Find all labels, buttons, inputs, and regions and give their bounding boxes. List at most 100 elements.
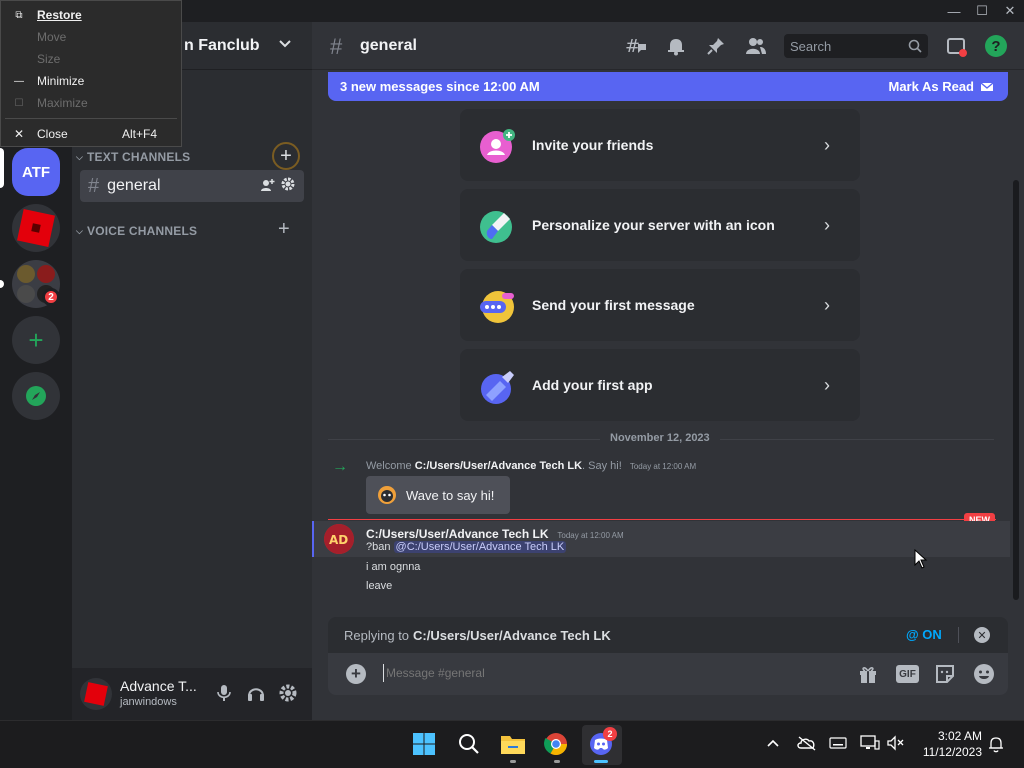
category-text-channels[interactable]: ⌵ TEXT CHANNELS	[76, 150, 190, 164]
message-avatar[interactable]: AD	[324, 524, 354, 554]
server-name: n Fanclub	[184, 36, 260, 54]
category-voice-channels[interactable]: ⌵ VOICE CHANNELS	[76, 224, 197, 238]
notification-bell-icon[interactable]	[988, 735, 1004, 756]
menu-item-label: Close	[37, 127, 68, 141]
minimize-icon: —	[14, 75, 24, 87]
plus-icon: +	[278, 218, 290, 240]
mark-read-icon	[980, 81, 994, 91]
volume-muted-icon[interactable]	[886, 735, 906, 754]
plus-icon: +	[28, 324, 44, 355]
display-icon[interactable]	[860, 735, 880, 754]
gift-icon[interactable]	[858, 664, 878, 687]
onedrive-icon[interactable]	[797, 735, 817, 754]
bell-icon[interactable]	[666, 36, 686, 59]
explore-servers-button[interactable]	[12, 372, 60, 420]
chevron-right-icon: ›	[824, 134, 830, 155]
windows-logo-icon	[413, 733, 435, 755]
chevron-down-icon: ⌵	[76, 151, 84, 162]
welcome-card-first-message[interactable]: Send your first message ›	[460, 269, 860, 341]
menu-item-minimize[interactable]: — Minimize	[1, 70, 181, 92]
menu-item-move: Move	[1, 26, 181, 48]
chevron-down-icon[interactable]	[278, 36, 292, 53]
hashtag-icon: #	[88, 174, 100, 197]
message-line-1: ?ban @C:/Users/User/Advance Tech LK	[366, 541, 567, 553]
category-label: VOICE CHANNELS	[87, 224, 198, 238]
taskbar-search-icon[interactable]	[457, 732, 481, 759]
gif-button[interactable]: GIF	[896, 665, 919, 683]
menu-item-restore[interactable]: ⧉ Restore	[1, 4, 181, 26]
card-label: Personalize your server with an icon	[532, 217, 775, 233]
reply-prefix: Replying to	[344, 627, 410, 643]
mark-as-read-button[interactable]: Mark As Read	[889, 79, 995, 94]
cancel-reply-button[interactable]: ✕	[974, 627, 990, 643]
wave-button[interactable]: Wave to say hi!	[366, 476, 510, 514]
server-icon-roblox[interactable]	[12, 204, 60, 252]
chat-bubble-icon	[478, 287, 514, 323]
maximize-icon: ☐	[14, 97, 24, 109]
category-label: TEXT CHANNELS	[87, 150, 191, 164]
window-minimize-button[interactable]: —	[940, 0, 968, 22]
server-icon-atf[interactable]: ATF	[12, 148, 60, 196]
keyboard-icon[interactable]	[829, 736, 847, 753]
system-message-suffix: . Say hi!	[582, 460, 622, 472]
server-unread-badge: 2	[42, 288, 60, 306]
members-icon[interactable]	[745, 36, 767, 59]
chevron-up-icon[interactable]	[766, 736, 780, 753]
welcome-card-personalize[interactable]: Personalize your server with an icon ›	[460, 189, 860, 261]
message-author[interactable]: C:/Users/User/Advance Tech LK	[366, 527, 549, 541]
message-input[interactable]	[386, 663, 836, 683]
chevron-down-icon: ⌵	[76, 225, 84, 236]
welcome-card-add-app[interactable]: Add your first app ›	[460, 349, 860, 421]
chrome-icon[interactable]	[544, 732, 568, 759]
avatar[interactable]	[80, 678, 112, 710]
chat-scrollbar[interactable]	[1013, 180, 1019, 600]
clock-date[interactable]: 11/12/2023	[912, 745, 982, 759]
help-icon[interactable]: ?	[985, 35, 1007, 57]
create-channel-button[interactable]: +	[272, 142, 300, 170]
mark-as-read-label: Mark As Read	[888, 79, 975, 94]
threads-icon[interactable]: #	[625, 36, 647, 59]
system-message-user[interactable]: C:/Users/User/Advance Tech LK	[415, 460, 582, 472]
discord-badge: 2	[603, 727, 617, 741]
user-mention[interactable]: @C:/Users/User/Advance Tech LK	[393, 541, 567, 553]
headphones-icon[interactable]	[247, 684, 265, 705]
card-label: Invite your friends	[532, 137, 654, 153]
server-folder[interactable]: 2	[12, 260, 60, 308]
attach-button[interactable]: +	[346, 664, 366, 684]
chevron-right-icon: ›	[824, 294, 830, 315]
card-label: Add your first app	[532, 377, 653, 393]
file-explorer-icon[interactable]	[500, 732, 526, 759]
pin-icon[interactable]	[706, 36, 726, 59]
clock-time[interactable]: 3:02 AM	[920, 729, 982, 743]
message-time: Today at 12:00 AM	[557, 531, 624, 540]
start-button[interactable]	[412, 732, 436, 759]
sticker-icon[interactable]	[935, 664, 955, 687]
menu-item-label: Restore	[37, 8, 82, 22]
invite-friends-icon	[478, 127, 515, 163]
add-server-button[interactable]: +	[12, 316, 60, 364]
gear-icon[interactable]	[281, 177, 295, 194]
invite-icon[interactable]	[260, 177, 276, 196]
mention-toggle[interactable]: @ ON	[906, 627, 942, 642]
new-messages-text: 3 new messages since 12:00 AM	[340, 79, 540, 94]
create-voice-channel-button[interactable]: +	[278, 218, 290, 241]
system-message-prefix: Welcome	[366, 460, 412, 472]
search-input[interactable]: Search	[784, 34, 928, 58]
system-menu: ⧉ Restore Move Size — Minimize ☐ Maximiz…	[0, 0, 182, 147]
inbox-icon[interactable]	[946, 36, 968, 61]
search-placeholder: Search	[790, 38, 832, 54]
plus-icon: +	[280, 144, 292, 167]
window-maximize-button[interactable]: ☐	[968, 0, 996, 22]
welcome-card-invite[interactable]: Invite your friends ›	[460, 109, 860, 181]
menu-separator	[5, 118, 177, 119]
running-indicator	[510, 760, 516, 763]
emoji-icon[interactable]	[973, 663, 995, 688]
microphone-icon[interactable]	[216, 684, 232, 705]
close-icon: ✕	[977, 629, 987, 642]
window-close-button[interactable]: ✕	[996, 0, 1024, 22]
system-message: Welcome C:/Users/User/Advance Tech LK. S…	[366, 460, 696, 472]
new-messages-banner[interactable]: 3 new messages since 12:00 AM Mark As Re…	[328, 72, 1008, 101]
menu-item-close[interactable]: ✕ Close Alt+F4	[1, 123, 181, 145]
user-settings-gear-icon[interactable]	[279, 684, 297, 705]
mouse-cursor-icon	[914, 548, 928, 572]
